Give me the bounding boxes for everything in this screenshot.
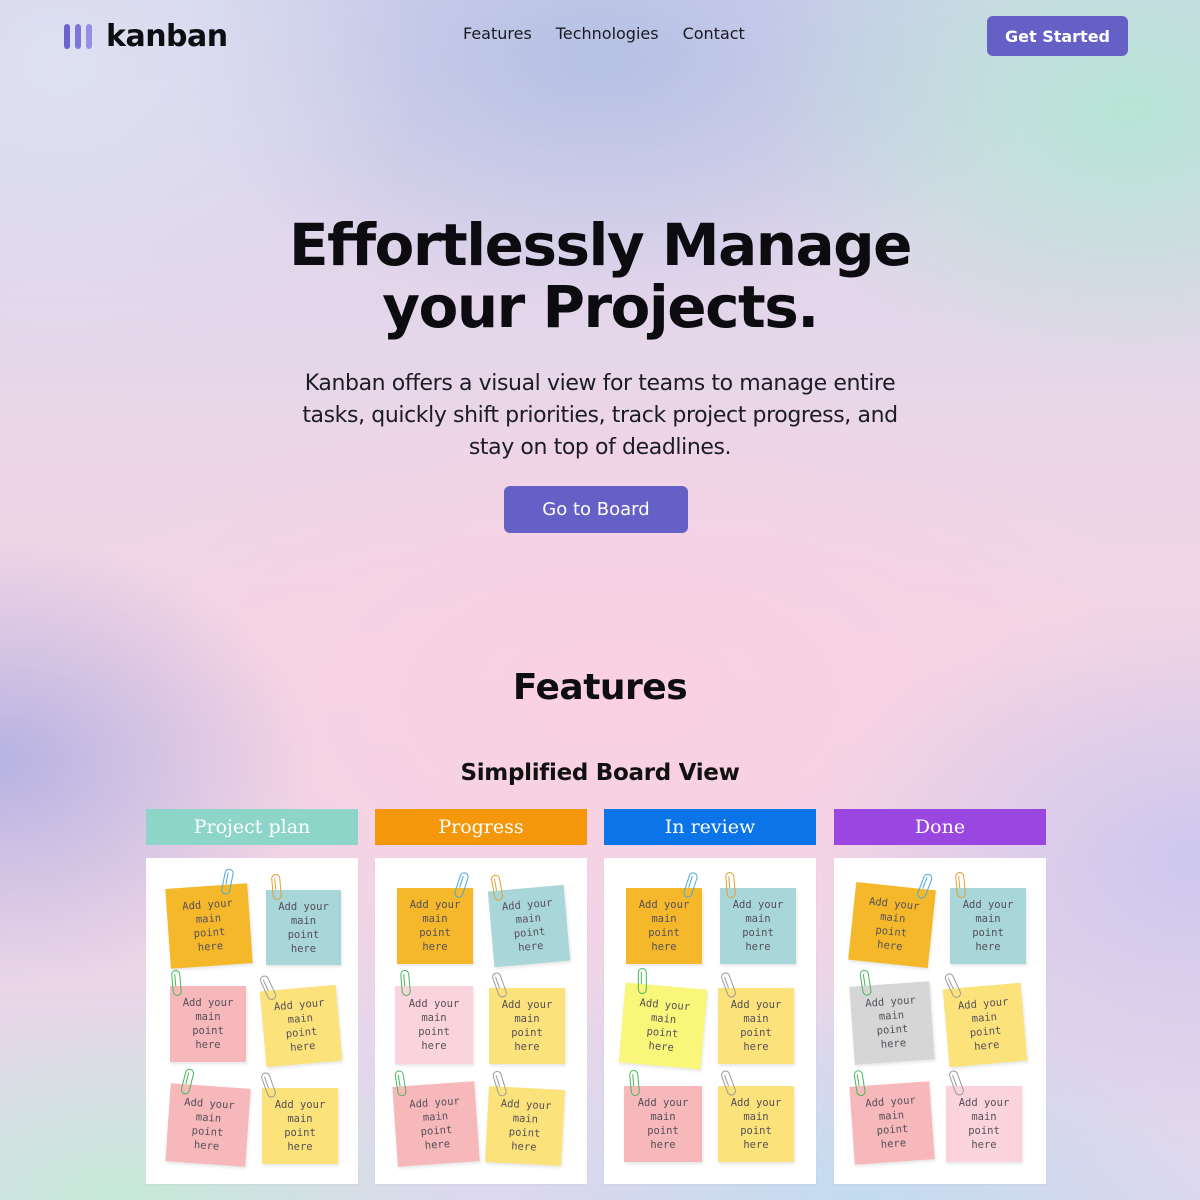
paperclip-icon [947, 1069, 966, 1097]
column-header-in-review: In review [604, 809, 816, 845]
nav-link-technologies[interactable]: Technologies [556, 24, 659, 43]
column-card: Add your main point here Add your main po… [146, 858, 358, 1184]
paperclip-icon [954, 871, 967, 899]
column-header-done: Done [834, 809, 1046, 845]
sticky-note-text: Add your main point here [864, 1094, 917, 1151]
sticky-note-text: Add your main point here [273, 996, 325, 1055]
paperclip-icon [853, 1069, 867, 1097]
paperclip-icon [628, 1069, 641, 1097]
paperclip-icon [682, 871, 699, 899]
sticky-note-text: Add your main point here [637, 1097, 689, 1151]
paperclip-icon [258, 974, 278, 1002]
hero-title: Effortlessly Manage your Projects. [200, 214, 1000, 338]
go-to-board-button[interactable]: Go to Board [504, 486, 688, 533]
paperclip-icon [394, 1069, 408, 1097]
logo-text: kanban [106, 18, 228, 54]
features-subheading: Simplified Board View [460, 760, 740, 786]
sticky-note: Add your main point here [266, 873, 341, 965]
paperclip-icon [270, 873, 283, 901]
hero-title-line-1: Effortlessly Manage [288, 211, 913, 279]
get-started-button[interactable]: Get Started [987, 16, 1128, 56]
sticky-note: Add your main point here [626, 871, 702, 964]
paperclip-icon [259, 1071, 278, 1099]
logo-link[interactable]: kanban [64, 18, 228, 54]
sticky-note: Add your main point here [395, 969, 473, 1064]
sticky-note: Add your main point here [618, 968, 708, 1070]
sticky-note-text: Add your main point here [639, 996, 691, 1054]
sticky-note: Add your main point here [259, 1071, 338, 1164]
sticky-note: Add your main point here [718, 1069, 794, 1162]
paperclip-icon [453, 871, 470, 899]
paperclip-icon [220, 867, 235, 896]
kanban-logo-icon [64, 23, 92, 49]
sticky-note: Add your main point here [165, 1067, 251, 1167]
sticky-note: Add your main point here [487, 874, 571, 968]
column-card: Add your main point here Add your main po… [375, 858, 587, 1184]
sticky-note: Add your main point here [848, 872, 936, 968]
sticky-note: Add your main point here [946, 1069, 1022, 1162]
sticky-note-text: Add your main point here [501, 999, 553, 1053]
paperclip-icon [637, 968, 647, 995]
paperclip-icon [724, 871, 737, 899]
paperclip-icon [943, 971, 963, 1000]
top-nav: kanban Features Technologies Contact Get… [0, 0, 1200, 72]
sticky-note-text: Add your main point here [408, 1095, 461, 1152]
paperclip-icon [179, 1067, 195, 1096]
features-heading: Features [512, 667, 688, 708]
sticky-note-text: Add your main point here [409, 899, 461, 953]
sticky-note-text: Add your main point here [957, 995, 1009, 1054]
paperclip-icon [491, 1069, 508, 1098]
sticky-note-text: Add your main point here [278, 900, 329, 955]
sticky-note-text: Add your main point here [181, 897, 234, 954]
sticky-note-text: Add your main point here [408, 998, 460, 1052]
sticky-note-text: Add your main point here [274, 1099, 326, 1153]
paperclip-icon [915, 872, 934, 900]
paperclip-icon [719, 971, 738, 999]
sticky-note-text: Add your main point here [730, 1097, 782, 1151]
sticky-note-text: Add your main point here [962, 899, 1014, 953]
paperclip-icon [719, 1069, 738, 1097]
paperclip-icon [490, 971, 509, 999]
sticky-note: Add your main point here [624, 1069, 702, 1162]
nav-link-features[interactable]: Features [463, 24, 532, 43]
column-header-progress: Progress [375, 809, 587, 845]
sticky-note-text: Add your main point here [183, 1096, 236, 1153]
sticky-note: Add your main point here [485, 1069, 565, 1166]
sticky-note: Add your main point here [849, 1069, 935, 1165]
sticky-note: Add your main point here [170, 969, 246, 1062]
sticky-note: Add your main point here [397, 871, 473, 964]
sticky-note: Add your main point here [849, 969, 935, 1065]
paperclip-icon [490, 874, 504, 902]
sticky-note: Add your main point here [165, 867, 253, 969]
hero-title-line-2: your Projects. [382, 273, 819, 341]
sticky-note-text: Add your main point here [958, 1097, 1010, 1151]
nav-links: Features Technologies Contact [463, 24, 745, 43]
sticky-note: Add your main point here [950, 871, 1026, 964]
sticky-note: Add your main point here [392, 1069, 480, 1167]
sticky-note-text: Add your main point here [638, 899, 690, 953]
sticky-note: Add your main point here [718, 971, 794, 1064]
sticky-note-text: Add your main point here [730, 999, 782, 1053]
sticky-note-text: Add your main point here [182, 997, 234, 1051]
nav-link-contact[interactable]: Contact [683, 24, 745, 43]
sticky-note: Add your main point here [942, 971, 1028, 1068]
column-card: Add your main point here Add your main po… [834, 858, 1046, 1184]
sticky-note: Add your main point here [258, 974, 343, 1068]
paperclip-icon [859, 969, 873, 997]
sticky-note-text: Add your main point here [500, 1097, 552, 1154]
column-card: Add your main point here Add your main po… [604, 858, 816, 1184]
paperclip-icon [170, 969, 183, 997]
sticky-note-text: Add your main point here [868, 895, 920, 954]
sticky-note-text: Add your main point here [732, 899, 784, 953]
paperclip-icon [399, 969, 412, 997]
sticky-note: Add your main point here [720, 871, 796, 964]
sticky-note-text: Add your main point here [864, 994, 917, 1051]
hero-subtitle: Kanban offers a visual view for teams to… [302, 371, 898, 460]
sticky-note-text: Add your main point here [501, 896, 553, 955]
sticky-note: Add your main point here [489, 971, 565, 1064]
column-header-project-plan: Project plan [146, 809, 358, 845]
